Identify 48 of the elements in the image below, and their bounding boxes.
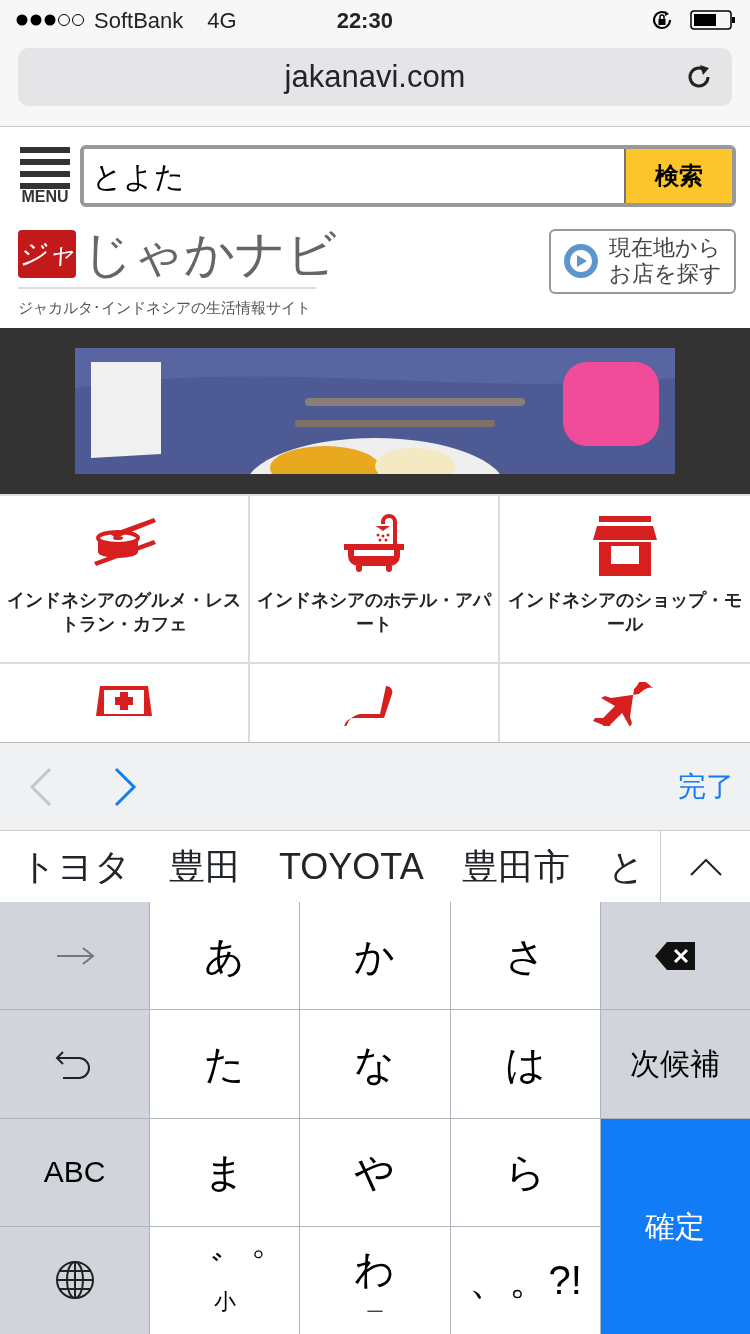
keyboard-key[interactable]: あ [150, 902, 300, 1010]
category-tile[interactable]: インドネシアのホテル・アパート [250, 495, 500, 664]
menu-icon [20, 147, 70, 189]
keyboard-key[interactable]: か [300, 902, 450, 1010]
shop-icon [591, 513, 659, 576]
location-button[interactable]: 現在地から お店を探す [549, 229, 736, 294]
compass-icon [563, 243, 599, 280]
keyboard-key[interactable]: た [150, 1010, 300, 1118]
delete-icon [653, 939, 698, 972]
category-label: インドネシアのホテル・アパート [256, 588, 493, 636]
confirm-key[interactable]: 確定 [600, 1118, 750, 1334]
keyboard-key[interactable]: ゛゜ 小 [150, 1226, 300, 1334]
keyboard-key[interactable]: は [450, 1010, 600, 1118]
keyboard-key[interactable]: わ ＿ [300, 1226, 450, 1334]
battery-icon [690, 9, 736, 31]
candidate-word[interactable]: トヨタ [20, 839, 131, 894]
carrier-name: SoftBank [94, 6, 184, 35]
keyboard-key[interactable] [600, 902, 750, 1010]
category-tile[interactable]: インドネシアのグルメ・レストラン・カフェ [0, 495, 250, 664]
keyboard-key[interactable] [0, 1226, 150, 1334]
candidate-word[interactable]: と [607, 839, 645, 894]
candidate-word[interactable]: 豊田 [169, 839, 241, 894]
keyboard-key[interactable]: さ [450, 902, 600, 1010]
globe-icon [54, 1260, 95, 1301]
candidate-word[interactable]: 豊田市 [461, 839, 570, 894]
search-button[interactable]: 検索 [624, 149, 732, 203]
category-label: インドネシアのショップ・モール [507, 588, 743, 636]
keyboard-key[interactable]: ま [150, 1118, 300, 1226]
keyboard-key[interactable]: ABC [0, 1118, 150, 1226]
logo-name: じゃかナビ [82, 229, 337, 279]
keyboard-key[interactable]: 、。?! [450, 1226, 600, 1334]
next-icon[interactable] [112, 766, 138, 807]
rotation-lock-icon [650, 8, 674, 32]
keyboard-key[interactable]: な [300, 1010, 450, 1118]
clock-time: 22:30 [336, 6, 393, 35]
keyboard-key[interactable]: や [300, 1118, 450, 1226]
network-type: 4G [207, 6, 237, 35]
expand-icon[interactable] [688, 856, 723, 877]
menu-button[interactable]: MENU [18, 147, 72, 205]
keyboard-key[interactable]: ら [450, 1118, 600, 1226]
search-field[interactable]: とよた 検索 [80, 145, 736, 207]
category-label: インドネシアのグルメ・レストラン・カフェ [6, 588, 242, 636]
keyboard-key[interactable]: 次候補 [600, 1010, 750, 1118]
candidate-word[interactable]: TOYOTA [279, 839, 424, 894]
done-button[interactable]: 完了 [678, 765, 734, 808]
site-tagline: ジャカルタ･インドネシアの生活情報サイト [18, 287, 316, 320]
category-tile[interactable]: インドネシアのショップ・モール [500, 495, 750, 664]
logo-mark: ジャ [18, 230, 76, 278]
